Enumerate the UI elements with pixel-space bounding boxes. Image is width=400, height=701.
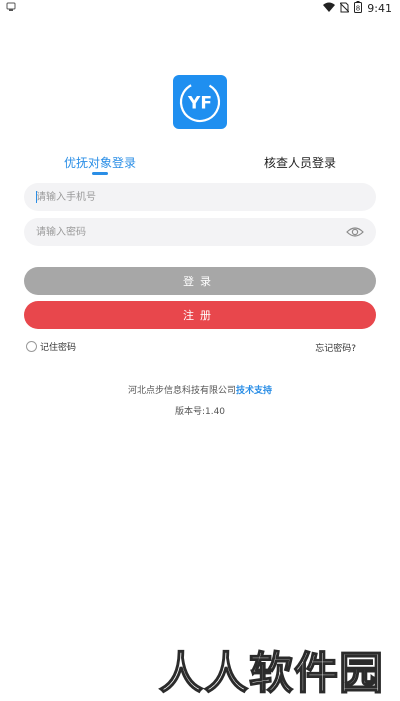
remember-label: 记住密码 (40, 343, 77, 353)
tab-target-login[interactable]: 优抚对象登录 (60, 154, 140, 171)
logo-text: YF (187, 94, 212, 114)
battery-icon: 8 (354, 1, 363, 16)
app-logo: YF (173, 75, 227, 129)
active-tab-indicator (92, 172, 108, 175)
text-caret (36, 191, 37, 203)
forgot-password-link[interactable]: 忘记密码? (315, 341, 356, 354)
register-button[interactable]: 注册 (24, 301, 376, 329)
wifi-icon (323, 2, 336, 15)
remember-password-toggle[interactable]: 记住密码 (26, 340, 76, 353)
company-credit: 河北点步信息科技有限公司技术支持 (0, 383, 400, 396)
login-button[interactable]: 登录 (24, 267, 376, 295)
watermark-text: 人人软件园 (158, 647, 384, 700)
phone-input[interactable] (36, 183, 336, 211)
version-label: 版本号:1.40 (174, 407, 226, 417)
company-name: 河北点步信息科技有限公司 (127, 386, 236, 396)
status-icons: 8 9:41 (323, 1, 392, 16)
password-input[interactable] (36, 218, 336, 246)
password-input-container (24, 218, 376, 246)
no-sim-icon (339, 2, 350, 16)
eye-icon[interactable] (346, 224, 364, 240)
tab-inspector-login[interactable]: 核查人员登录 (260, 154, 340, 171)
tech-support-label: 技术支持 (236, 386, 273, 396)
battery-level: 8 (356, 5, 360, 13)
usb-notification-icon (6, 2, 16, 15)
status-time: 9:41 (367, 2, 392, 15)
remember-checkbox[interactable] (26, 341, 37, 352)
phone-input-container (24, 183, 376, 211)
status-bar: 8 9:41 (0, 0, 400, 16)
